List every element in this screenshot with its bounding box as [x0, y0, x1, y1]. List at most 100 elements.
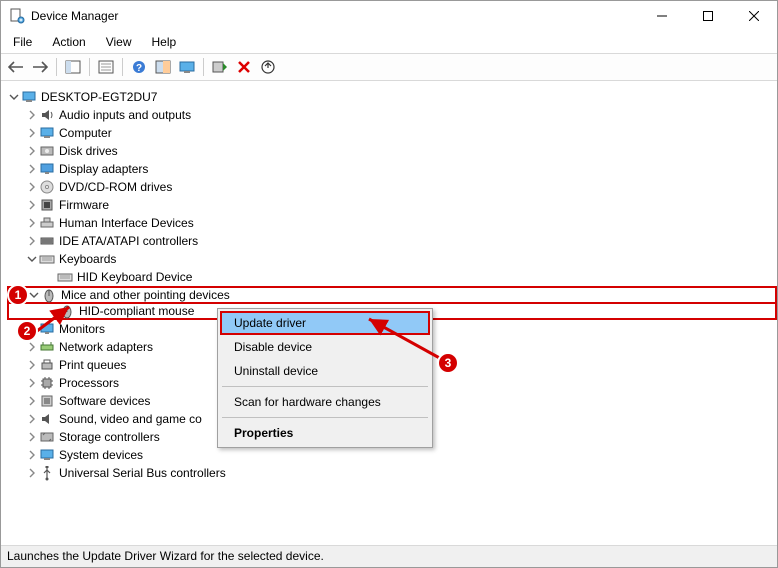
close-button[interactable] [731, 1, 777, 31]
menu-bar: File Action View Help [1, 31, 777, 53]
tree-item-label: HID Keyboard Device [77, 268, 192, 286]
storage-icon [39, 429, 55, 445]
computer-icon [21, 89, 37, 105]
tree-item-label: Computer [59, 124, 112, 142]
context-scan-hardware[interactable]: Scan for hardware changes [220, 390, 430, 414]
tree-item-label: Print queues [59, 356, 126, 374]
software-icon [39, 393, 55, 409]
toolbar-separator [122, 58, 123, 76]
keyboard-icon [57, 269, 73, 285]
tree-item-label: IDE ATA/ATAPI controllers [59, 232, 198, 250]
cpu-icon [39, 375, 55, 391]
app-icon [9, 8, 25, 24]
sound-icon [39, 411, 55, 427]
chevron-right-icon[interactable] [25, 466, 39, 480]
context-uninstall-device[interactable]: Uninstall device [220, 359, 430, 383]
maximize-button[interactable] [685, 1, 731, 31]
menu-action[interactable]: Action [44, 33, 93, 51]
show-hide-tree-button[interactable] [62, 56, 84, 78]
forward-button[interactable] [29, 56, 51, 78]
chevron-down-icon[interactable] [25, 252, 39, 266]
help-button[interactable]: ? [128, 56, 150, 78]
tree-item-label: Audio inputs and outputs [59, 106, 191, 124]
hid-icon [39, 215, 55, 231]
back-button[interactable] [5, 56, 27, 78]
tree-item-computer[interactable]: Computer [7, 124, 777, 142]
annotation-badge-3: 3 [437, 352, 459, 374]
tree-item-audio[interactable]: Audio inputs and outputs [7, 106, 777, 124]
tree-item-display[interactable]: Display adapters [7, 160, 777, 178]
tree-item-usb[interactable]: Universal Serial Bus controllers [7, 464, 777, 482]
tree-item-ide[interactable]: IDE ATA/ATAPI controllers [7, 232, 777, 250]
root-label: DESKTOP-EGT2DU7 [41, 88, 157, 106]
menu-view[interactable]: View [98, 33, 140, 51]
tree-item-system[interactable]: System devices [7, 446, 777, 464]
tree-item-label: Disk drives [59, 142, 118, 160]
tree-item-label: DVD/CD-ROM drives [59, 178, 172, 196]
chevron-right-icon[interactable] [25, 216, 39, 230]
chevron-right-icon[interactable] [25, 430, 39, 444]
context-separator [222, 417, 428, 418]
title-bar: Device Manager [1, 1, 777, 31]
tree-root[interactable]: DESKTOP-EGT2DU7 [7, 88, 777, 106]
annotation-badge-2: 2 [16, 320, 38, 342]
tree-item-label: Processors [59, 374, 119, 392]
context-update-driver[interactable]: Update driver [220, 311, 430, 335]
chevron-right-icon[interactable] [25, 358, 39, 372]
tree-item-disk[interactable]: Disk drives [7, 142, 777, 160]
menu-help[interactable]: Help [144, 33, 185, 51]
tree-item-hid[interactable]: Human Interface Devices [7, 214, 777, 232]
tree-item-label: Universal Serial Bus controllers [59, 464, 226, 482]
toolbar: ? [1, 53, 777, 81]
display-icon [39, 161, 55, 177]
monitor-icon [39, 321, 55, 337]
toolbar-separator [56, 58, 57, 76]
action-button[interactable] [152, 56, 174, 78]
context-separator [222, 386, 428, 387]
chevron-right-icon[interactable] [25, 448, 39, 462]
tree-item-firmware[interactable]: Firmware [7, 196, 777, 214]
tree-item-label: Keyboards [59, 250, 116, 268]
context-menu: Update driver Disable device Uninstall d… [217, 308, 433, 448]
chevron-down-icon[interactable] [27, 288, 41, 302]
monitor-button[interactable] [176, 56, 198, 78]
toolbar-separator [203, 58, 204, 76]
chevron-right-icon[interactable] [25, 412, 39, 426]
ide-icon [39, 233, 55, 249]
tree-item-dvd[interactable]: DVD/CD-ROM drives [7, 178, 777, 196]
chevron-right-icon[interactable] [25, 144, 39, 158]
chevron-right-icon[interactable] [25, 376, 39, 390]
properties-button[interactable] [95, 56, 117, 78]
chevron-right-icon[interactable] [25, 180, 39, 194]
mouse-icon [41, 287, 57, 303]
svg-text:?: ? [136, 63, 142, 74]
chevron-down-icon[interactable] [7, 90, 21, 104]
usb-icon [39, 465, 55, 481]
tree-item-label: Sound, video and game co [59, 410, 202, 428]
tree-item-label: Software devices [59, 392, 150, 410]
keyboard-icon [39, 251, 55, 267]
tree-item-label: Human Interface Devices [59, 214, 194, 232]
scan-hardware-button[interactable] [209, 56, 231, 78]
chevron-right-icon[interactable] [25, 234, 39, 248]
tree-item-label: Monitors [59, 320, 105, 338]
context-properties[interactable]: Properties [220, 421, 430, 445]
tree-item-label: Network adapters [59, 338, 153, 356]
tree-item-hid-keyboard[interactable]: HID Keyboard Device [7, 268, 777, 286]
computer-icon [39, 125, 55, 141]
chevron-right-icon[interactable] [25, 394, 39, 408]
minimize-button[interactable] [639, 1, 685, 31]
chevron-right-icon[interactable] [25, 108, 39, 122]
tree-item-keyboards[interactable]: Keyboards [7, 250, 777, 268]
chevron-right-icon[interactable] [25, 340, 39, 354]
tree-item-label: Display adapters [59, 160, 148, 178]
update-driver-button[interactable] [257, 56, 279, 78]
system-icon [39, 447, 55, 463]
chevron-right-icon[interactable] [25, 198, 39, 212]
chevron-right-icon[interactable] [25, 126, 39, 140]
chevron-right-icon[interactable] [25, 162, 39, 176]
uninstall-button[interactable] [233, 56, 255, 78]
menu-file[interactable]: File [5, 33, 40, 51]
tree-item-label: Storage controllers [59, 428, 160, 446]
context-disable-device[interactable]: Disable device [220, 335, 430, 359]
